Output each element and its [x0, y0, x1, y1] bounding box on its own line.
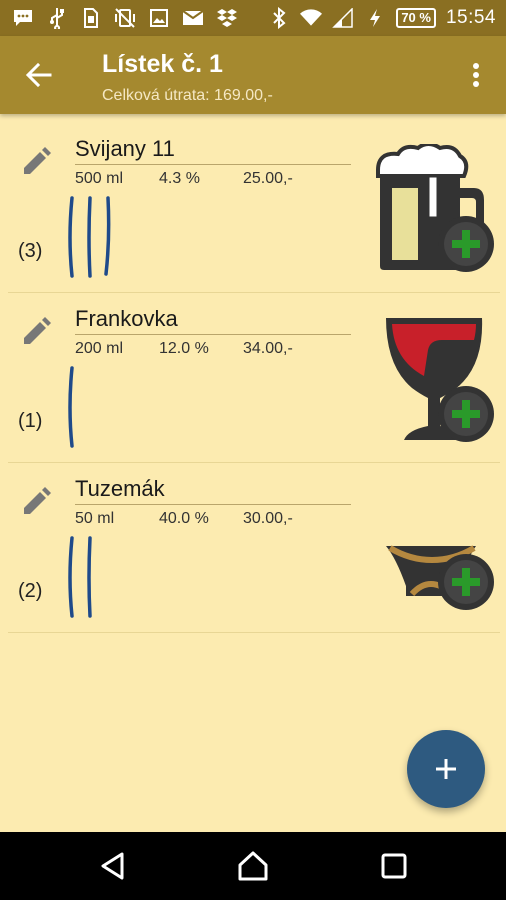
drink-count: (1) — [18, 410, 43, 432]
drink-abv: 12.0 % — [159, 340, 209, 357]
signal-icon — [332, 7, 354, 29]
mail-icon — [182, 7, 204, 29]
charging-icon — [364, 7, 386, 29]
drink-volume: 200 ml — [75, 340, 124, 357]
tally-mark — [104, 196, 111, 276]
battery-indicator: 70 % — [396, 8, 436, 28]
shot-glass-icon — [386, 545, 494, 610]
image-icon — [148, 7, 170, 29]
page-title: Lístek č. 1 — [102, 50, 223, 78]
drink-name: Svijany 11 — [75, 136, 175, 161]
nav-recents-button[interactable] — [377, 849, 411, 883]
drink-abv: 40.0 % — [159, 510, 209, 527]
list-item: Frankovka 200 ml 12.0 % 34.00,- (1) — [8, 292, 500, 463]
home-icon — [238, 851, 268, 881]
square-recents-icon — [381, 853, 407, 879]
tally-marks — [68, 366, 74, 448]
drink-name: Frankovka — [75, 306, 178, 331]
tally-mark — [87, 536, 92, 618]
drink-volume: 500 ml — [75, 170, 124, 187]
message-icon — [12, 7, 34, 29]
total-spending: Celková útrata: 169.00,- — [102, 87, 273, 104]
add-beer-button[interactable] — [372, 144, 496, 274]
beer-mug-icon — [376, 144, 494, 272]
drink-count: (3) — [18, 240, 43, 262]
add-drink-fab[interactable] — [407, 730, 485, 808]
app-toolbar: Lístek č. 1 Celková útrata: 169.00,- — [0, 36, 506, 114]
nav-home-button[interactable] — [236, 849, 270, 883]
usb-icon — [46, 7, 68, 29]
tally-mark — [68, 366, 74, 448]
sim-icon — [80, 7, 102, 29]
tally-mark — [68, 196, 74, 278]
bluetooth-icon — [268, 7, 290, 29]
nav-back-button[interactable] — [96, 849, 130, 883]
tally-marks — [68, 536, 92, 618]
status-bar-system: 70 % 15:54 — [268, 6, 496, 30]
clock: 15:54 — [445, 7, 496, 28]
status-bar-notifications — [12, 6, 238, 30]
back-button[interactable] — [22, 58, 56, 92]
pencil-icon — [24, 317, 51, 344]
system-nav-bar — [0, 832, 506, 900]
tally-mark — [68, 536, 74, 618]
wifi-icon — [300, 7, 323, 29]
edit-button[interactable] — [20, 146, 52, 178]
tally-marks — [68, 196, 111, 278]
drink-price: 25.00,- — [243, 170, 293, 187]
edit-button[interactable] — [20, 316, 52, 348]
plus-icon — [436, 759, 456, 779]
add-shot-button[interactable] — [372, 484, 496, 614]
divider — [75, 334, 351, 335]
drink-price: 30.00,- — [243, 510, 293, 527]
more-vert-icon — [473, 63, 479, 87]
divider — [75, 504, 351, 505]
tally-mark — [87, 196, 92, 278]
triangle-back-icon — [101, 852, 124, 880]
add-wine-button[interactable] — [372, 314, 496, 444]
drink-count: (2) — [18, 580, 43, 602]
pencil-icon — [24, 147, 51, 174]
pencil-icon — [24, 487, 51, 514]
dropbox-icon — [216, 7, 238, 29]
arrow-back-icon — [25, 62, 52, 88]
vibrate-off-icon — [114, 7, 136, 29]
list-item: Tuzemák 50 ml 40.0 % 30.00,- (2) — [8, 462, 500, 633]
edit-button[interactable] — [20, 486, 52, 518]
wine-glass-icon — [386, 318, 494, 442]
drink-name: Tuzemák — [75, 476, 165, 501]
status-bar: 70 % 15:54 — [0, 0, 506, 36]
list-item: Svijany 11 500 ml 4.3 % 25.00,- (3) — [8, 122, 500, 293]
drink-price: 34.00,- — [243, 340, 293, 357]
drink-volume: 50 ml — [75, 510, 115, 527]
divider — [75, 164, 351, 165]
drink-abv: 4.3 % — [159, 170, 200, 187]
more-options-button[interactable] — [466, 58, 486, 92]
